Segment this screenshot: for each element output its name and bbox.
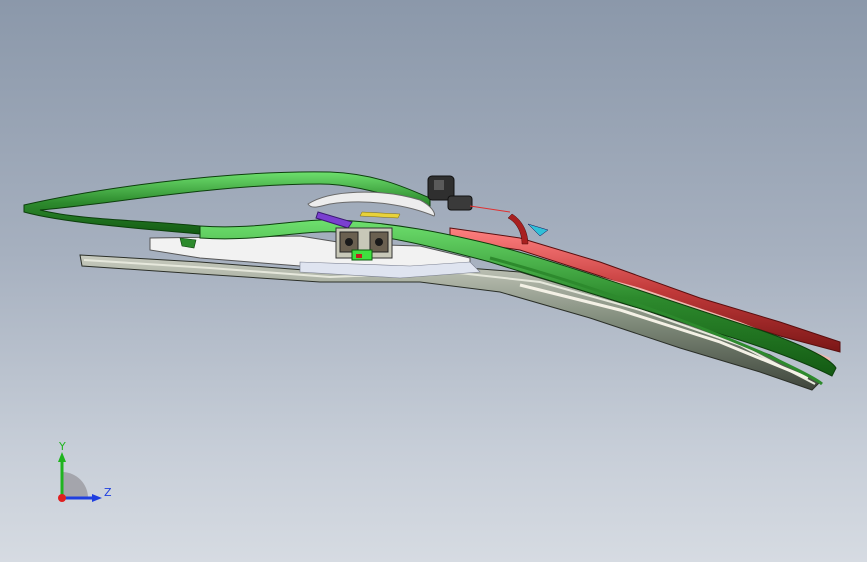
wiper-blade-model[interactable] xyxy=(0,0,867,562)
center-mechanism[interactable] xyxy=(335,227,393,261)
cad-viewport[interactable]: Y Z xyxy=(0,0,867,562)
triad-x-origin xyxy=(58,494,66,502)
triad-plane-disc xyxy=(62,472,88,498)
arm-clamp[interactable] xyxy=(427,175,473,211)
end-cap-cyan xyxy=(527,223,549,237)
adapter-yellow xyxy=(359,211,401,219)
triad-z-label: Z xyxy=(104,486,112,499)
orientation-triad: Y Z xyxy=(58,440,112,502)
triad-y-arrow xyxy=(58,452,66,462)
arm-guide-line xyxy=(469,205,511,213)
triad-z-arrow xyxy=(92,494,102,502)
triad-y-label: Y xyxy=(58,440,66,453)
